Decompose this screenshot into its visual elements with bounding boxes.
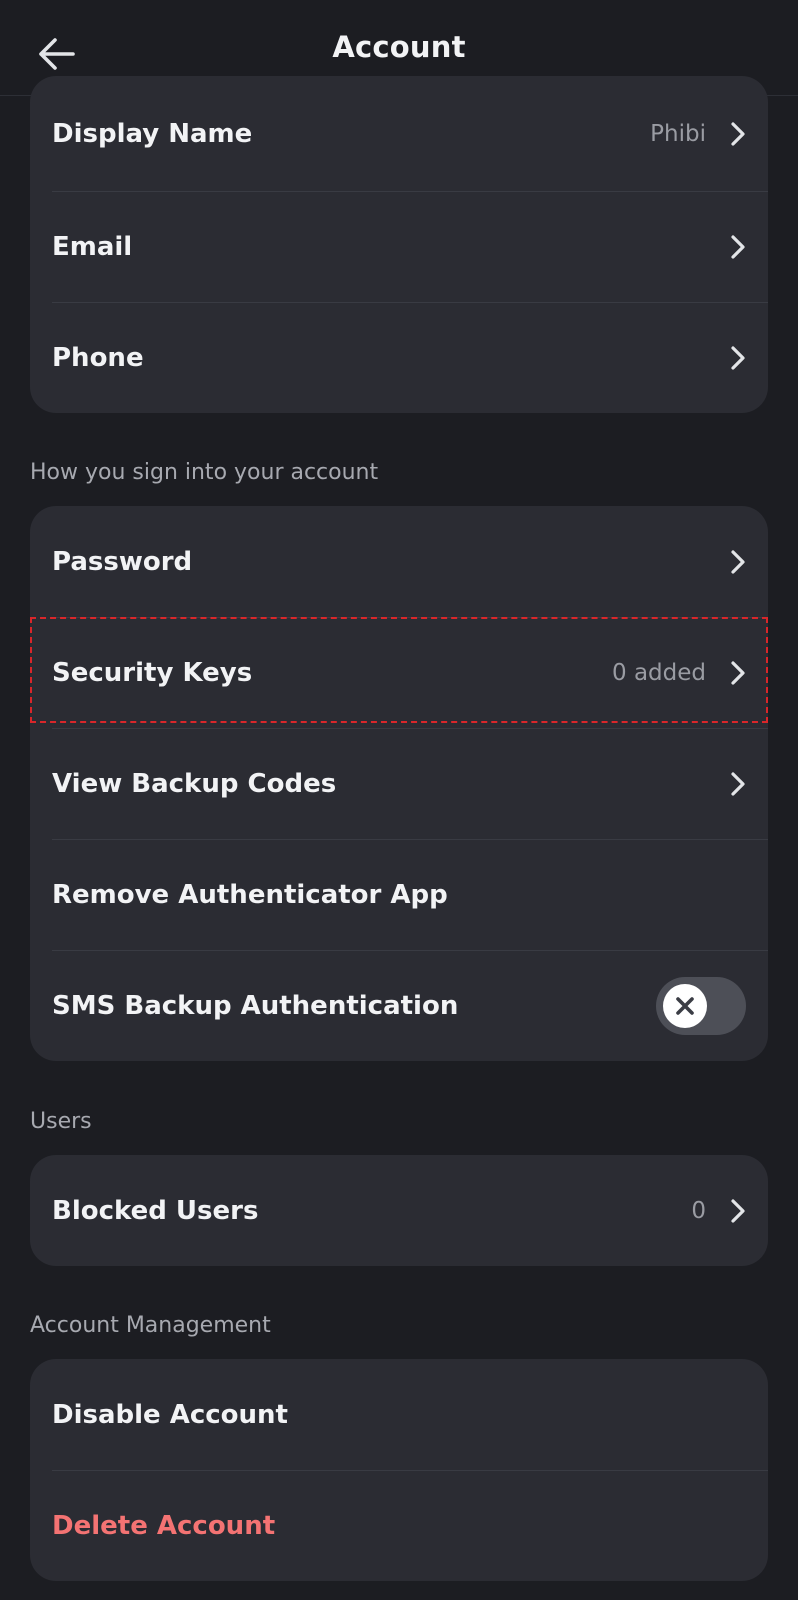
chevron-right-icon	[730, 771, 746, 797]
chevron-right-icon	[730, 121, 746, 147]
blocked-users-label: Blocked Users	[52, 1195, 259, 1226]
sign-in-section-label: How you sign into your account	[30, 460, 379, 485]
disable-account-label: Disable Account	[52, 1399, 288, 1430]
remove-authenticator-label: Remove Authenticator App	[52, 879, 448, 910]
phone-row[interactable]: Phone	[30, 302, 768, 413]
email-label: Email	[52, 231, 133, 262]
password-label: Password	[52, 546, 193, 577]
password-row[interactable]: Password	[30, 506, 768, 617]
disable-account-row[interactable]: Disable Account	[30, 1359, 768, 1470]
security-keys-label: Security Keys	[52, 657, 253, 688]
x-icon	[676, 996, 694, 1015]
remove-authenticator-row[interactable]: Remove Authenticator App	[30, 839, 768, 950]
sign-in-card: Password Security Keys 0 added View Back…	[30, 506, 768, 1061]
sms-backup-row: SMS Backup Authentication	[30, 950, 768, 1061]
view-backup-codes-label: View Backup Codes	[52, 768, 337, 799]
account-management-card: Disable Account Delete Account	[30, 1359, 768, 1581]
chevron-right-icon	[730, 234, 746, 260]
blocked-users-count: 0	[691, 1197, 706, 1224]
chevron-right-icon	[730, 660, 746, 686]
delete-account-row[interactable]: Delete Account	[30, 1470, 768, 1581]
security-keys-row[interactable]: Security Keys 0 added	[30, 617, 768, 728]
bottom-edge	[0, 1586, 798, 1600]
sms-backup-toggle[interactable]	[656, 976, 746, 1035]
display-name-row[interactable]: Display Name Phibi	[30, 76, 768, 191]
display-name-label: Display Name	[52, 118, 253, 149]
users-card: Blocked Users 0	[30, 1155, 768, 1266]
page-title: Account	[332, 30, 466, 64]
phone-label: Phone	[52, 342, 144, 373]
email-row[interactable]: Email	[30, 191, 768, 302]
delete-account-label: Delete Account	[52, 1510, 276, 1541]
chevron-right-icon	[730, 549, 746, 575]
toggle-knob	[663, 983, 707, 1028]
account-management-section-label: Account Management	[30, 1313, 271, 1338]
view-backup-codes-row[interactable]: View Backup Codes	[30, 728, 768, 839]
chevron-right-icon	[730, 345, 746, 371]
profile-card: Display Name Phibi Email Phone	[30, 76, 768, 413]
security-keys-value: 0 added	[612, 659, 706, 686]
users-section-label: Users	[30, 1109, 92, 1134]
display-name-value: Phibi	[650, 120, 706, 147]
chevron-right-icon	[730, 1198, 746, 1224]
blocked-users-row[interactable]: Blocked Users 0	[30, 1155, 768, 1266]
sms-backup-label: SMS Backup Authentication	[52, 990, 459, 1021]
